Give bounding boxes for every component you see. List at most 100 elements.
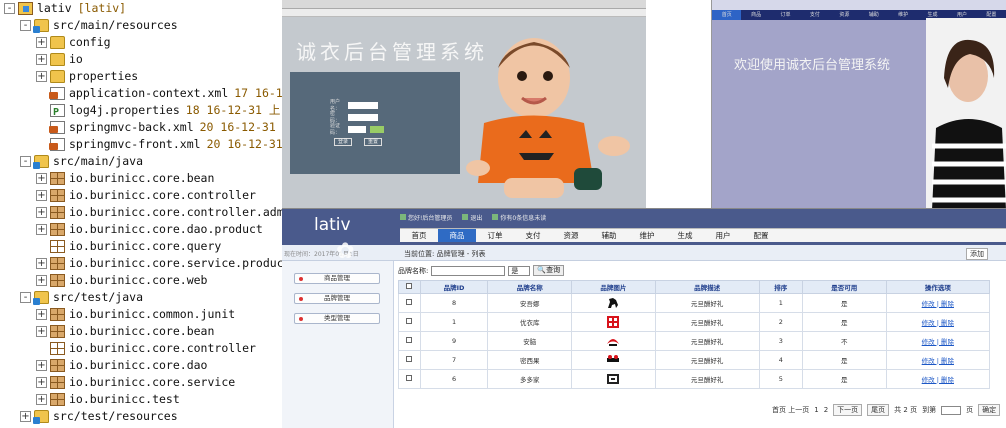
expand-toggle-icon[interactable]: + <box>36 258 47 269</box>
edit-delete-links[interactable]: 修改 | 删除 <box>885 369 991 389</box>
breadcrumb: 当前位置: 品牌管理 - 列表 <box>404 250 486 258</box>
tree-item[interactable]: application-context.xml 17 16-1 <box>36 85 282 102</box>
expand-toggle-icon[interactable]: + <box>36 394 47 405</box>
welcome-nav-item[interactable]: 辅助 <box>859 10 888 20</box>
collapse-toggle-icon[interactable]: - <box>20 292 31 303</box>
column-header: 品牌描述 <box>654 280 760 294</box>
tree-item[interactable]: + io.burinicc.core.dao <box>36 357 207 374</box>
reset-button[interactable]: 重置 <box>364 138 382 146</box>
tree-item[interactable]: - lativ [lativ] <box>4 0 126 17</box>
tree-item[interactable]: + io.burinicc.common.junit <box>36 306 235 323</box>
expand-toggle-icon[interactable]: + <box>36 377 47 388</box>
edit-delete-links[interactable]: 修改 | 删除 <box>885 312 991 332</box>
pager-next[interactable]: 下一页 <box>833 404 863 416</box>
tree-item[interactable]: io.burinicc.core.controller <box>36 340 256 357</box>
tree-item[interactable]: io.burinicc.core.query <box>36 238 221 255</box>
row-checkbox[interactable] <box>406 356 413 362</box>
expand-toggle-icon[interactable]: + <box>36 207 47 218</box>
welcome-nav-item[interactable]: 维护 <box>888 10 917 20</box>
tree-item[interactable]: + src/test/resources <box>20 408 178 425</box>
captcha-input[interactable] <box>348 125 366 133</box>
tree-item[interactable]: springmvc-front.xml 20 16-12-31 <box>36 136 282 153</box>
collapse-toggle-icon[interactable]: - <box>4 3 15 14</box>
username-input[interactable] <box>348 101 378 109</box>
tree-item[interactable]: + io <box>36 51 83 68</box>
expand-toggle-icon[interactable]: + <box>36 190 47 201</box>
availability-select[interactable]: 是 <box>508 265 531 276</box>
pager-page-input[interactable] <box>941 405 962 415</box>
expand-toggle-icon[interactable]: + <box>36 224 47 235</box>
row-checkbox[interactable] <box>406 375 413 381</box>
row-checkbox[interactable] <box>406 299 413 305</box>
expand-toggle-icon[interactable]: + <box>36 54 47 65</box>
expand-toggle-icon[interactable]: + <box>36 326 47 337</box>
sidebar-menu-button[interactable]: 商品管理 <box>294 273 380 284</box>
welcome-nav-item[interactable]: 订单 <box>771 10 800 20</box>
welcome-nav-item[interactable]: 商品 <box>741 10 770 20</box>
pager-page-1[interactable]: 1 <box>814 406 818 414</box>
admin-nav-item[interactable]: 维护 <box>628 229 666 242</box>
expand-toggle-icon[interactable]: + <box>36 37 47 48</box>
tree-item[interactable]: + io.burinicc.core.bean <box>36 323 214 340</box>
tree-item[interactable]: + io.burinicc.core.web <box>36 272 207 289</box>
password-input[interactable] <box>348 113 378 121</box>
table-header-row: 品牌ID 品牌名称 品牌图片 品牌描述 排序 是否可用 操作选项 <box>398 280 991 294</box>
expand-toggle-icon[interactable]: + <box>36 173 47 184</box>
tree-item[interactable]: + io.burinicc.core.controller.admin <box>36 204 282 221</box>
admin-nav-item[interactable]: 支付 <box>514 229 552 242</box>
tree-item[interactable]: + io.burinicc.core.service.product <box>36 255 282 272</box>
admin-nav-item[interactable]: 资源 <box>552 229 590 242</box>
admin-nav-item[interactable]: 生成 <box>666 229 704 242</box>
expand-toggle-icon[interactable]: + <box>36 275 47 286</box>
header-link[interactable]: 您好!后台管理员 <box>400 213 452 222</box>
admin-nav-item[interactable]: 用户 <box>704 229 742 242</box>
admin-nav-item[interactable]: 商品 <box>438 229 476 242</box>
expand-toggle-icon[interactable]: + <box>36 71 47 82</box>
tree-item[interactable]: - src/main/java <box>20 153 143 170</box>
welcome-nav-item[interactable]: 支付 <box>800 10 829 20</box>
query-button[interactable]: 🔍查询 <box>533 265 565 276</box>
tree-item[interactable]: + properties <box>36 68 138 85</box>
tree-item-label: springmvc-back.xml <box>69 120 194 134</box>
login-button[interactable]: 登录 <box>334 138 352 146</box>
pager-page-2[interactable]: 2 <box>824 406 828 414</box>
edit-delete-links[interactable]: 修改 | 删除 <box>885 331 991 351</box>
tree-item[interactable]: log4j.properties 18 16-12-31 上 <box>36 102 280 121</box>
expand-toggle-icon[interactable]: + <box>36 360 47 371</box>
captcha-image[interactable] <box>370 125 384 133</box>
welcome-nav-item[interactable]: 资源 <box>830 10 859 20</box>
brand-name-input[interactable] <box>431 265 506 276</box>
tree-item[interactable]: - src/test/java <box>20 289 143 306</box>
tree-item[interactable]: + io.burinicc.core.bean <box>36 170 214 187</box>
pager-last[interactable]: 尾页 <box>867 404 890 416</box>
welcome-nav-item[interactable]: 首页 <box>712 10 742 20</box>
expand-toggle-icon[interactable]: + <box>20 411 31 422</box>
collapse-toggle-icon[interactable]: - <box>20 156 31 167</box>
sidebar-menu-button[interactable]: 类型管理 <box>294 313 380 324</box>
select-all-checkbox[interactable] <box>406 283 413 289</box>
expand-toggle-icon[interactable]: + <box>36 309 47 320</box>
row-checkbox[interactable] <box>406 337 413 343</box>
row-checkbox[interactable] <box>406 318 413 324</box>
tree-item[interactable]: + io.burinicc.core.controller <box>36 187 256 204</box>
tree-item[interactable]: + io.burinicc.core.service <box>36 374 235 391</box>
tree-item[interactable]: + io.burinicc.core.dao.product <box>36 221 263 238</box>
pager-confirm-button[interactable]: 确定 <box>978 404 1001 416</box>
edit-delete-links[interactable]: 修改 | 删除 <box>885 293 991 313</box>
edit-delete-links[interactable]: 修改 | 删除 <box>885 350 991 370</box>
tree-item[interactable]: springmvc-back.xml 20 16-12-31 <box>36 119 276 136</box>
admin-nav-item[interactable]: 首页 <box>400 229 438 242</box>
admin-nav-item[interactable]: 订单 <box>476 229 514 242</box>
tree-item[interactable]: + io.burinicc.test <box>36 391 180 408</box>
add-button[interactable]: 添加 <box>966 248 988 260</box>
header-link[interactable]: 你有0条信息未读 <box>492 213 546 222</box>
tree-item[interactable]: + config <box>36 34 111 51</box>
admin-nav-item[interactable]: 配置 <box>742 229 780 242</box>
tree-item-label: springmvc-front.xml <box>69 137 201 151</box>
pager-first-prev[interactable]: 首页 上一页 <box>772 405 809 415</box>
sidebar-menu-button[interactable]: 品牌管理 <box>294 293 380 304</box>
collapse-toggle-icon[interactable]: - <box>20 20 31 31</box>
admin-nav-item[interactable]: 辅助 <box>590 229 628 242</box>
tree-item[interactable]: - src/main/resources <box>20 17 178 34</box>
header-link[interactable]: 退出 <box>462 213 482 222</box>
